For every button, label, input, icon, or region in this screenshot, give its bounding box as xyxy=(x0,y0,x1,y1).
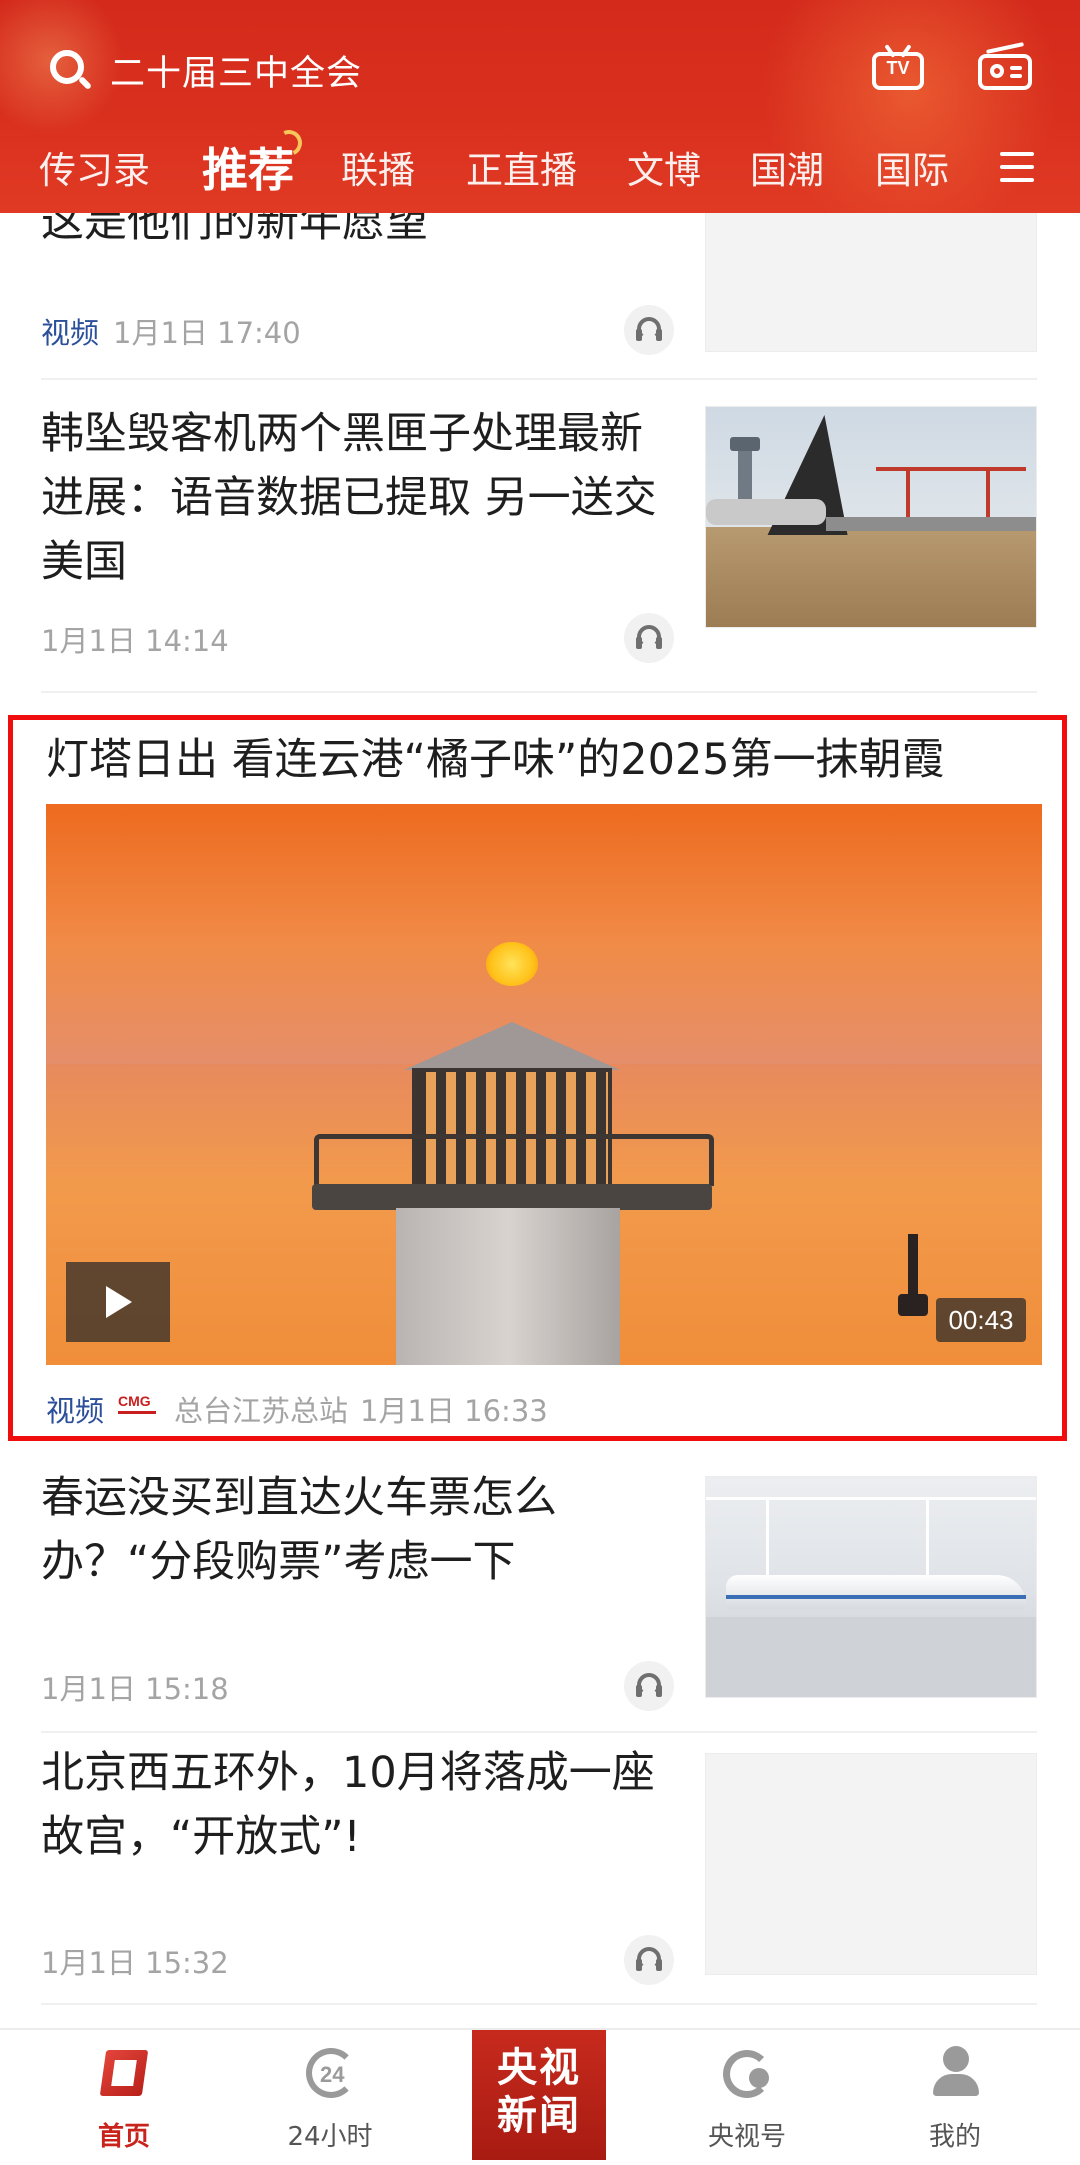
more-channels-icon[interactable] xyxy=(1000,152,1034,182)
news-time: 1月1日 16:33 xyxy=(360,1394,548,1428)
news-item[interactable]: 北京西五环外，10月将落成一座故宫，“开放式”! 1月1日 15:32 xyxy=(0,1733,1080,2013)
play-icon[interactable] xyxy=(66,1262,170,1342)
tab-chuanxilu[interactable]: 传习录 xyxy=(39,140,150,194)
news-title: 北京西五环外，10月将落成一座故宫，“开放式”! xyxy=(41,1748,655,1862)
listen-icon[interactable] xyxy=(624,613,674,663)
news-item[interactable]: 韩坠毁客机两个黑匣子处理最新进展：语音数据已提取 另一送交美国 1月1日 14:… xyxy=(0,380,1080,690)
cctv-hao-icon xyxy=(723,2050,773,2100)
news-title: 春运没买到直达火车票怎么办？“分段购票”考虑一下 xyxy=(41,1473,557,1587)
profile-icon xyxy=(931,2046,981,2098)
news-title: 灯塔日出 看连云港“橘子味”的2025第一抹朝霞 xyxy=(46,735,945,785)
news-thumbnail xyxy=(705,1476,1037,1698)
24h-icon: 24 xyxy=(306,2048,358,2100)
search-hint-text: 二十届三中全会 xyxy=(110,53,363,94)
news-meta: 1月1日 15:18 xyxy=(41,1666,229,1708)
radio-icon[interactable] xyxy=(978,42,1032,92)
tv-icon[interactable]: TV xyxy=(872,44,924,92)
search-icon xyxy=(44,46,93,94)
listen-icon[interactable] xyxy=(624,305,674,355)
news-time: 1月1日 17:40 xyxy=(113,316,301,350)
news-thumbnail xyxy=(705,1753,1037,1975)
video-tag: 视频 xyxy=(41,316,100,350)
nav-cctv-hao[interactable]: 央视号 xyxy=(667,2030,827,2165)
tab-international[interactable]: 国际 xyxy=(875,140,949,194)
news-meta: 1月1日 14:14 xyxy=(41,618,229,660)
news-time: 1月1日 15:32 xyxy=(41,1946,229,1980)
listen-icon[interactable] xyxy=(624,1661,674,1711)
cctv-news-logo-button[interactable]: 央视 新闻 xyxy=(472,2030,606,2160)
news-source: 总台江苏总站 xyxy=(174,1394,349,1428)
logo-line-1: 央视 xyxy=(497,2045,581,2091)
news-thumbnail xyxy=(705,406,1037,628)
news-time: 1月1日 15:18 xyxy=(41,1672,229,1706)
search-bar[interactable]: 二十届三中全会 xyxy=(44,40,362,100)
tab-lianbo[interactable]: 联播 xyxy=(341,140,415,194)
tab-live[interactable]: 正直播 xyxy=(466,140,577,194)
video-tag: 视频 xyxy=(46,1394,105,1428)
news-meta: 1月1日 15:32 xyxy=(41,1940,229,1982)
nav-label: 首页 xyxy=(97,2122,150,2152)
news-item[interactable]: 春运没买到直达火车票怎么办？“分段购票”考虑一下 1月1日 15:18 xyxy=(0,1456,1080,1761)
channel-tabs: 传习录 推荐 联播 正直播 文博 国潮 国际 xyxy=(0,126,1080,200)
news-time: 1月1日 14:14 xyxy=(41,624,229,658)
nav-label: 央视号 xyxy=(707,2122,786,2152)
tab-guochao[interactable]: 国潮 xyxy=(750,140,824,194)
news-meta: 视频 1月1日 17:40 xyxy=(41,310,301,352)
video-duration: 00:43 xyxy=(936,1298,1026,1342)
featured-video-card[interactable]: 灯塔日出 看连云港“橘子味”的2025第一抹朝霞 00:43 视频 CMG 总台… xyxy=(8,715,1067,1441)
nav-profile[interactable]: 我的 xyxy=(875,2030,1035,2165)
listen-icon[interactable] xyxy=(624,1935,674,1985)
home-icon xyxy=(99,2050,149,2100)
nav-label: 我的 xyxy=(928,2122,981,2152)
nav-label: 24小时 xyxy=(287,2122,373,2152)
divider xyxy=(41,691,1037,693)
news-title: 韩坠毁客机两个黑匣子处理最新进展：语音数据已提取 另一送交美国 xyxy=(41,409,657,587)
tab-wenbo[interactable]: 文博 xyxy=(627,140,701,194)
logo-line-2: 新闻 xyxy=(497,2093,581,2139)
top-header: 二十届三中全会 TV 传习录 推荐 联播 正直播 文博 国潮 国际 xyxy=(0,0,1080,213)
nav-24h[interactable]: 24 24小时 xyxy=(250,2030,410,2165)
video-thumbnail[interactable]: 00:43 xyxy=(46,804,1042,1365)
news-meta: 视频 CMG 总台江苏总站 1月1日 16:33 xyxy=(46,1388,548,1430)
bottom-navigation: 首页 24 24小时 央视 新闻 央视号 我的 xyxy=(0,2028,1080,2165)
cmg-logo: CMG xyxy=(118,1393,157,1425)
nav-home[interactable]: 首页 xyxy=(44,2030,204,2165)
tv-icon-label: TV xyxy=(886,58,910,78)
divider xyxy=(41,2003,1037,2005)
